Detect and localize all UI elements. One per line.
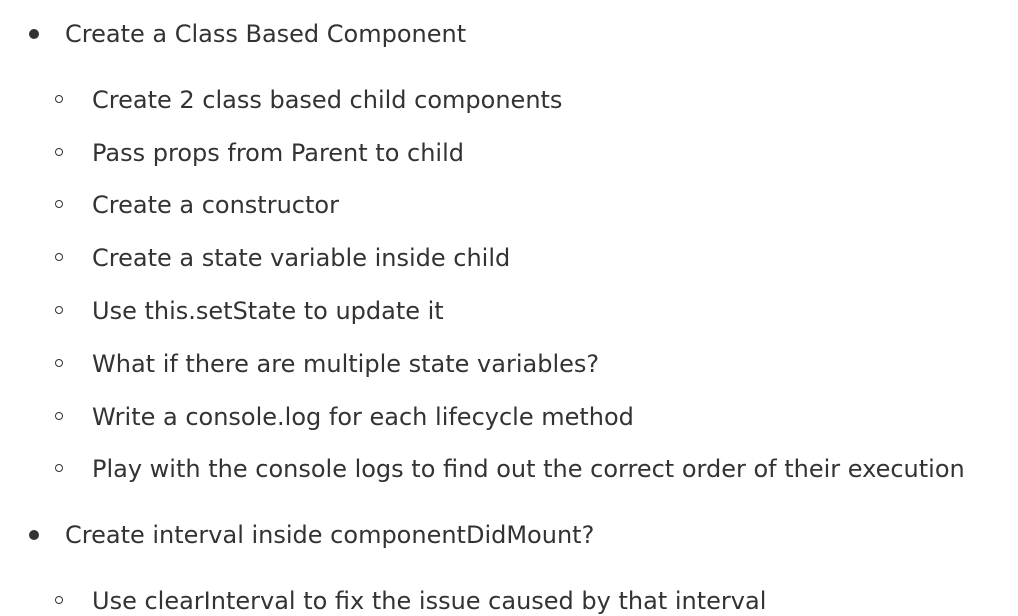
sub-list-item-label: Use this.setState to update it — [92, 297, 444, 325]
bullet-circle-icon — [55, 95, 63, 103]
sub-list-item-label: Pass props from Parent to child — [92, 139, 464, 167]
sub-list-item-label: Create a constructor — [92, 191, 339, 219]
sub-list-item-label: Create 2 class based child components — [92, 86, 563, 114]
bullet-circle-icon — [55, 148, 63, 156]
list-item-label: Create a Class Based Component — [65, 20, 467, 48]
sub-list-item: Pass props from Parent to child — [0, 133, 1018, 173]
list-item-row: Create a Class Based Component — [0, 14, 1018, 54]
list-item-row: Create interval inside componentDidMount… — [0, 515, 1018, 555]
sub-list-item: Use clearInterval to fix the issue cause… — [0, 581, 1018, 616]
sub-list-item: Create a constructor — [0, 185, 1018, 225]
sub-list-item-label: Create a state variable inside child — [92, 244, 511, 272]
bullet-circle-icon — [55, 253, 63, 261]
sub-list-item: Create a state variable inside child — [0, 238, 1018, 278]
sub-list-item: Use this.setState to update it — [0, 291, 1018, 331]
sub-list-item-label: Use clearInterval to fix the issue cause… — [92, 587, 767, 615]
bullet-disc-icon — [29, 530, 39, 540]
bullet-disc-icon — [29, 29, 39, 39]
sub-list-item: Write a console.log for each lifecycle m… — [0, 397, 1018, 437]
list-item-label: Create interval inside componentDidMount… — [65, 521, 595, 549]
bullet-circle-icon — [55, 464, 63, 472]
sub-list-item-label: Play with the console logs to find out t… — [92, 455, 965, 483]
document: Create a Class Based Component Create 2 … — [0, 0, 1018, 616]
bullet-circle-icon — [55, 596, 63, 604]
bullet-circle-icon — [55, 200, 63, 208]
sub-list-item: Play with the console logs to find out t… — [0, 449, 1018, 489]
bullet-circle-icon — [55, 412, 63, 420]
bullet-circle-icon — [55, 306, 63, 314]
sub-list-item: What if there are multiple state variabl… — [0, 344, 1018, 384]
sub-list-item-label: What if there are multiple state variabl… — [92, 350, 600, 378]
sub-list-item: Create 2 class based child components — [0, 80, 1018, 120]
bullet-circle-icon — [55, 359, 63, 367]
sub-list-item-label: Write a console.log for each lifecycle m… — [92, 403, 634, 431]
